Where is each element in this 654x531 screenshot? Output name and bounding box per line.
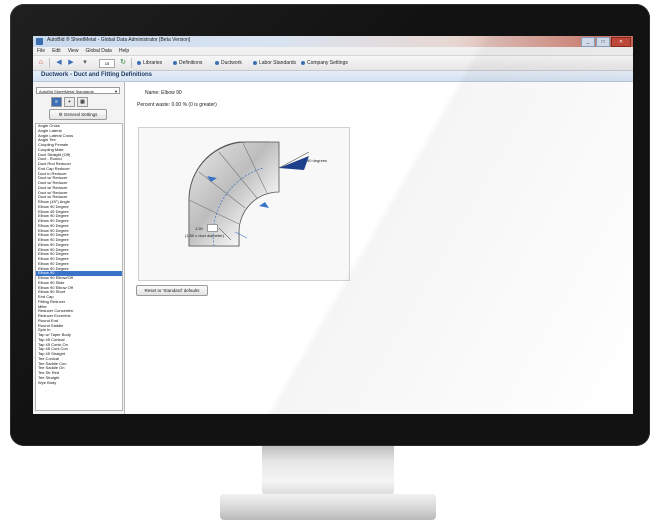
list-view-icon[interactable]: ≡ <box>51 97 62 107</box>
list-item[interactable]: Wye Body <box>36 381 122 386</box>
arrow-icon <box>259 202 269 208</box>
window-controls: _ □ ✕ <box>581 37 631 47</box>
monitor-stand-neck <box>262 446 394 496</box>
radius-label: (1.50 x duct diameter) <box>185 233 224 238</box>
close-button[interactable]: ✕ <box>611 37 631 47</box>
toolbar-definitions-label: Definitions <box>179 60 203 66</box>
general-settings-button[interactable]: ⚙ General Settings <box>49 109 107 120</box>
back-icon[interactable]: ◀ <box>55 59 63 67</box>
name-label: Name: <box>145 90 160 96</box>
toolbar-definitions[interactable]: Definitions <box>173 56 202 70</box>
grid-view-icon[interactable]: ▦ <box>77 97 88 107</box>
angle-wedge <box>279 156 309 170</box>
radius-value: 1.50 <box>195 226 203 231</box>
toolbar-ductwork-label: Ductwork <box>221 60 242 66</box>
forward-icon[interactable]: ▶ <box>67 59 75 67</box>
menu-help[interactable]: Help <box>119 47 129 55</box>
company-settings-icon <box>301 61 305 65</box>
maximize-button[interactable]: □ <box>596 37 610 47</box>
app-icon <box>36 38 43 45</box>
fitting-list[interactable]: Angle Cross Angle Lateral Angle Lateral Cr… <box>35 123 123 411</box>
toolbar-company-settings[interactable]: Company Settings <box>301 56 348 70</box>
percent-waste-label: Percent waste: <box>137 102 171 108</box>
general-settings-label: General Settings <box>63 112 98 117</box>
toolbar: ⌂ ◀ ▶ ▾ 15 ↻ Libraries Definitions Ductw… <box>33 56 633 71</box>
toolbar-libraries[interactable]: Libraries <box>137 56 162 70</box>
radius-input[interactable] <box>207 224 218 232</box>
standards-select-value: AutoBid SheetMetal Standards <box>39 89 94 94</box>
toolbar-libraries-label: Libraries <box>143 60 163 66</box>
menu-edit[interactable]: Edit <box>52 47 61 55</box>
page-title: Ductwork - Duct and Fitting Definitions <box>41 72 152 78</box>
toolbar-labor-standards[interactable]: Labor Standards <box>253 56 296 70</box>
toolbar-company-settings-label: Company Settings <box>307 60 348 66</box>
name-field: Name: Elbow 90 <box>145 90 182 96</box>
reset-defaults-button[interactable]: Reset to 'Standard' defaults <box>136 285 208 296</box>
percent-waste-field: Percent waste: 0.00 % (0 is greater) <box>137 102 217 108</box>
refresh-icon[interactable]: ↻ <box>119 59 127 67</box>
definitions-icon <box>173 61 177 65</box>
toolbar-separator <box>131 58 132 68</box>
toolbar-labor-standards-label: Labor Standards <box>259 60 296 66</box>
chevron-down-icon: ▼ <box>114 89 118 94</box>
menu-file[interactable]: File <box>37 47 45 55</box>
toolbar-ductwork[interactable]: Ductwork <box>215 56 242 70</box>
home-icon[interactable]: ⌂ <box>37 59 45 67</box>
window-title: AutoBid ® SheetMetal - Global Data Admin… <box>47 37 191 43</box>
standards-select[interactable]: AutoBid SheetMetal Standards ▼ <box>36 87 120 94</box>
elbow-diagram-panel: 90 degrees 1.50 (1.50 x duct diameter) <box>138 127 350 281</box>
section-header: Ductwork - Duct and Fitting Definitions <box>33 71 633 82</box>
angle-label: 90 degrees <box>307 158 328 163</box>
gear-icon: ⚙ <box>58 112 63 117</box>
name-value[interactable]: Elbow 90 <box>161 90 182 96</box>
definition-panel: Name: Elbow 90 Percent waste: 0.00 % (0 … <box>125 82 633 414</box>
view-toggle-group: ≡ + ▦ <box>51 97 88 107</box>
minimize-button[interactable]: _ <box>581 37 595 47</box>
menu-global-data[interactable]: Global Data <box>85 47 111 55</box>
percent-waste-value[interactable]: 0.00 % (0 is greater) <box>171 102 216 108</box>
app-window: AutoBid ® SheetMetal - Global Data Admin… <box>33 36 633 414</box>
zoom-combo[interactable]: 15 <box>99 59 115 68</box>
toolbar-separator <box>49 58 50 68</box>
menu-view[interactable]: View <box>68 47 79 55</box>
add-icon[interactable]: + <box>64 97 75 107</box>
sidebar: AutoBid SheetMetal Standards ▼ ≡ + ▦ ⚙ G… <box>33 82 125 414</box>
menu-bar: File Edit View Global Data Help <box>33 47 633 56</box>
labor-standards-icon <box>253 61 257 65</box>
elbow-diagram <box>188 141 310 247</box>
libraries-icon <box>137 61 141 65</box>
ductwork-icon <box>215 61 219 65</box>
monitor-stand-base <box>220 494 436 520</box>
chevron-down-icon[interactable]: ▾ <box>81 59 89 67</box>
title-bar: AutoBid ® SheetMetal - Global Data Admin… <box>33 36 633 47</box>
